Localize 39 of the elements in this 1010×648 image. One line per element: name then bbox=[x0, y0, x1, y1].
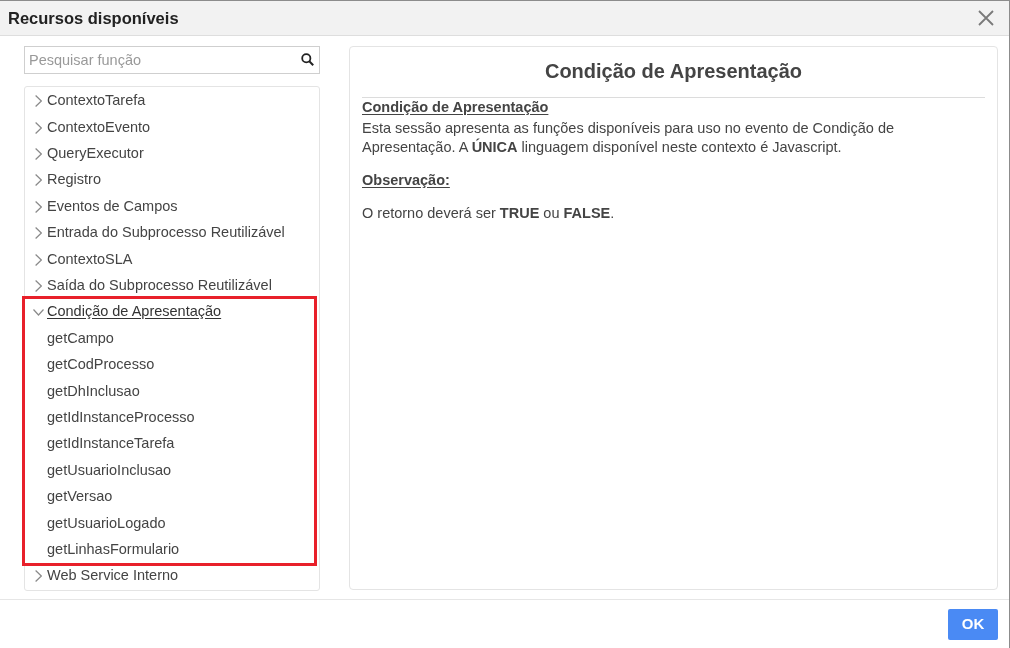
chevron-right-icon[interactable] bbox=[34, 227, 42, 240]
tree-subitem[interactable]: getCodProcesso bbox=[47, 354, 155, 376]
close-icon bbox=[978, 10, 994, 26]
tree-item[interactable]: Web Service Interno bbox=[47, 565, 179, 588]
tree-subitem[interactable]: getIdInstanceTarefa bbox=[47, 433, 175, 456]
section-heading: Condição de Apresentação bbox=[362, 98, 549, 117]
section-heading: Observação: bbox=[362, 171, 450, 190]
tree-item[interactable]: Condição de Apresentação bbox=[47, 301, 222, 324]
chevron-right-icon[interactable] bbox=[34, 200, 42, 213]
tree-subitem[interactable]: getUsuarioLogado bbox=[47, 512, 166, 535]
tree-subitem[interactable]: getVersao bbox=[47, 486, 113, 508]
detail-title: Condição de Apresentação bbox=[544, 60, 803, 82]
chevron-right-icon[interactable] bbox=[34, 174, 42, 187]
tree-item[interactable]: Registro bbox=[47, 169, 101, 192]
tree-subitem[interactable]: getLinhasFormulario bbox=[47, 538, 180, 561]
tree-item[interactable]: Saída do Subprocesso Reutilizável bbox=[47, 275, 272, 297]
tree-item[interactable]: ContextoTarefa bbox=[47, 90, 146, 113]
chevron-right-icon[interactable] bbox=[34, 95, 42, 108]
chevron-right-icon[interactable] bbox=[34, 279, 42, 292]
tree-item[interactable]: Entrada do Subprocesso Reutilizável bbox=[47, 222, 285, 244]
tree-subitem[interactable]: getCampo bbox=[47, 327, 114, 350]
search-icon[interactable] bbox=[301, 53, 314, 66]
tree-item[interactable]: ContextoEvento bbox=[47, 116, 151, 139]
window-title: Recursos disponíveis bbox=[8, 7, 179, 29]
tree-item[interactable]: ContextoSLA bbox=[47, 248, 133, 271]
chevron-down-icon[interactable] bbox=[32, 308, 44, 316]
tree-subitem[interactable]: getIdInstanceProcesso bbox=[47, 407, 195, 429]
chevron-right-icon[interactable] bbox=[34, 253, 42, 266]
close-button[interactable] bbox=[977, 9, 995, 27]
chevron-right-icon[interactable] bbox=[34, 121, 42, 134]
section-text: Esta sessão apresenta as funções disponíveis para uso no evento de Condição de Apresentação. A ÚNICA linguagem disponível neste contexto é Javascript. bbox=[362, 119, 896, 157]
search-field[interactable]: Pesquisar função bbox=[24, 46, 320, 74]
tree-item[interactable]: QueryExecutor bbox=[47, 143, 144, 165]
chevron-right-icon[interactable] bbox=[34, 147, 42, 160]
tree-item[interactable]: Eventos de Campos bbox=[47, 195, 178, 218]
tree-subitem[interactable]: getDhInclusao bbox=[47, 380, 140, 403]
tree-subitem[interactable]: getUsuarioInclusao bbox=[47, 459, 172, 482]
chevron-right-icon[interactable] bbox=[34, 570, 42, 583]
section-text: O retorno deverá ser TRUE ou FALSE. bbox=[362, 204, 616, 223]
